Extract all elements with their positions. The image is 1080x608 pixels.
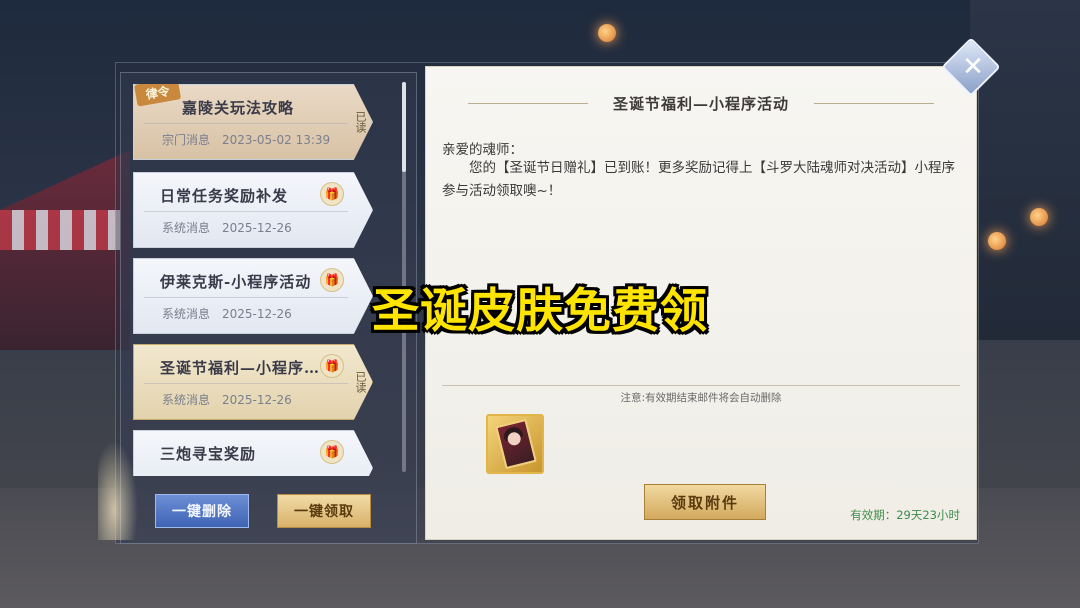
mail-detail-title: 圣诞节福利—小程序活动 [612, 95, 789, 113]
mail-title: 圣诞节福利—小程序… [160, 359, 321, 377]
scrollbar-thumb[interactable] [402, 82, 406, 172]
close-icon[interactable]: ✕ [952, 46, 994, 88]
mail-meta: 宗门消息 2023-05-02 13:39 [162, 131, 330, 148]
lantern-decoration [1030, 208, 1048, 226]
read-badge: 已读 [354, 111, 367, 133]
mail-greeting: 亲爱的魂师： [442, 142, 523, 158]
mail-date: 2023-05-02 13:39 [222, 133, 331, 147]
mail-meta: 系统消息 2025-12-26 [162, 391, 292, 408]
gift-icon: 🎁 [320, 354, 344, 378]
overlay-caption: 圣诞皮肤免费领 [372, 284, 708, 339]
mail-category: 系统消息 [162, 393, 211, 407]
skin-card-icon [495, 418, 537, 470]
read-badge: 已读 [354, 371, 367, 393]
claim-attachment-button[interactable]: 领取附件 [644, 484, 766, 520]
lantern-decoration [988, 232, 1006, 250]
mail-body: 您的【圣诞节日赠礼】已到账！更多奖励记得上【斗罗大陆魂师对决活动】小程序参与活动… [442, 160, 955, 199]
sparkle-ornament [98, 440, 138, 540]
gift-icon: 🎁 [320, 182, 344, 206]
expiry-notice: 注意:有效期结束邮件将会自动删除 [620, 392, 782, 404]
mail-item[interactable]: 律令 嘉陵关玩法攻略 宗门消息 2023-05-02 13:39 已读 [133, 84, 373, 160]
attachment-item[interactable] [486, 414, 544, 474]
mail-date: 2025-12-26 [222, 393, 292, 407]
mail-title: 嘉陵关玩法攻略 [182, 99, 295, 117]
mail-divider [144, 211, 348, 212]
mail-meta: 系统消息 2025-12-26 [162, 219, 292, 236]
mail-item-selected[interactable]: 圣诞节福利—小程序… 🎁 系统消息 2025-12-26 已读 [133, 344, 373, 420]
background-awning [0, 210, 120, 250]
mail-category: 系统消息 [162, 221, 211, 235]
lantern-decoration [598, 24, 616, 42]
pinned-tag: 律令 [134, 84, 182, 107]
claim-all-button[interactable]: 一键领取 [277, 494, 371, 528]
expiry-time: 有效期：29天23小时 [850, 508, 960, 522]
notice-divider [442, 385, 960, 386]
mail-category: 宗门消息 [162, 133, 211, 147]
mail-title: 三炮寻宝奖励 [160, 445, 257, 463]
mail-divider [144, 383, 348, 384]
mail-title: 日常任务奖励补发 [160, 187, 289, 205]
mail-item[interactable]: 三炮寻宝奖励 🎁 [133, 430, 373, 476]
gift-icon: 🎁 [320, 440, 344, 464]
mail-divider [144, 123, 348, 124]
mail-item[interactable]: 日常任务奖励补发 🎁 系统消息 2025-12-26 [133, 172, 373, 248]
mail-date: 2025-12-26 [222, 221, 292, 235]
delete-all-button[interactable]: 一键删除 [155, 494, 249, 528]
